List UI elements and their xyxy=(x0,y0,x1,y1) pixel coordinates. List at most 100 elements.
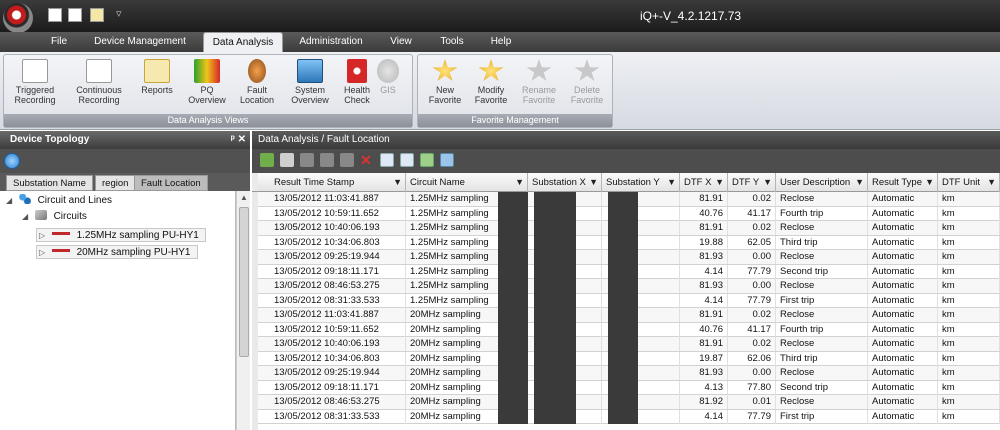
column-header-substation-x[interactable]: Substation X ▼ xyxy=(528,173,602,192)
cell-result-type: Automatic xyxy=(868,409,938,424)
expanded-arrow-icon[interactable]: ◢ xyxy=(22,210,32,224)
title-bar: ▿ iQ+-V_4.2.1217.73 xyxy=(0,0,1000,33)
app-logo-icon[interactable] xyxy=(3,3,33,33)
window-title: iQ+-V_4.2.1217.73 xyxy=(640,9,742,23)
ribbon-group-label: Favorite Management xyxy=(418,114,612,127)
menu-bar: File Device Management Data Analysis Adm… xyxy=(0,32,1000,52)
filter-icon[interactable]: ▼ xyxy=(667,173,676,192)
column-header-label: Substation Y xyxy=(606,177,660,188)
tree-scrollbar[interactable]: ▲ xyxy=(236,191,250,430)
column-header-result-type[interactable]: Result Type ▼ xyxy=(868,173,938,192)
filter-icon[interactable]: ▼ xyxy=(925,173,934,192)
menu-device-management[interactable]: Device Management xyxy=(92,32,188,52)
panel-title: Device Topology xyxy=(10,134,90,145)
menu-data-analysis[interactable]: Data Analysis xyxy=(203,32,283,52)
fault-location-button[interactable]: Fault Location xyxy=(228,59,286,115)
delete-favorite-button[interactable]: Delete Favorite xyxy=(558,59,616,115)
cell-dtf-unit: km xyxy=(938,279,1000,293)
qat-chart-icon[interactable] xyxy=(48,8,62,22)
copy-icon[interactable] xyxy=(300,153,314,167)
cell-dtf-y: 0.01 xyxy=(728,395,776,409)
column-header-timestamp[interactable]: Result Time Stamp ▼ xyxy=(270,173,406,192)
tab-substation-name[interactable]: Substation Name xyxy=(6,175,93,191)
cell-dtf-x: 81.93 xyxy=(680,366,728,380)
triggered-recording-icon xyxy=(22,59,48,83)
menu-help[interactable]: Help xyxy=(486,32,516,52)
qat-wave-icon[interactable] xyxy=(68,8,82,22)
cell-dtf-unit: km xyxy=(938,366,1000,380)
cell-user-description: Third trip xyxy=(776,235,868,250)
cell-dtf-unit: km xyxy=(938,264,1000,279)
cell-timestamp: 13/05/2012 09:25:19.944 xyxy=(270,250,406,264)
ribbon: Triggered Recording Continuous Recording… xyxy=(0,52,1000,130)
cell-result-type: Automatic xyxy=(868,293,938,308)
continuous-recording-button[interactable]: Continuous Recording xyxy=(70,59,128,115)
column-header-dtf-y[interactable]: DTF Y ▼ xyxy=(728,173,776,192)
window-icon[interactable] xyxy=(440,153,454,167)
filter-icon[interactable]: ▼ xyxy=(515,173,524,192)
column-header-user-description[interactable]: User Description ▼ xyxy=(776,173,868,192)
gis-button[interactable]: GIS xyxy=(366,59,410,115)
device-topology-header: Device Topology ᵖ ✕ xyxy=(0,131,250,149)
column-header-dtf-unit[interactable]: DTF Unit ▼ xyxy=(938,173,1000,192)
pin-close-icon[interactable]: ᵖ ✕ xyxy=(231,131,246,149)
tree-node-circuit[interactable]: ▷ 20MHz sampling PU-HY1 xyxy=(36,245,198,259)
health-check-icon xyxy=(347,59,367,83)
qat-customize-icon[interactable]: ▿ xyxy=(116,7,122,20)
scroll-up-icon[interactable]: ▲ xyxy=(239,193,249,203)
expanded-arrow-icon[interactable]: ◢ xyxy=(6,194,16,208)
cell-dtf-unit: km xyxy=(938,308,1000,322)
print-icon[interactable] xyxy=(400,153,414,167)
ribbon-group-favorite-management: New Favorite Modify Favorite Rename Favo… xyxy=(417,54,613,128)
cell-user-description: First trip xyxy=(776,293,868,308)
align-icon[interactable] xyxy=(340,153,354,167)
topology-tree: ◢ Circuit and Lines ◢ Circuits ▷ 1.25MHz… xyxy=(0,191,236,430)
triggered-recording-button[interactable]: Triggered Recording xyxy=(6,59,64,115)
print-preview-icon[interactable] xyxy=(380,153,394,167)
collapsed-arrow-icon[interactable]: ▷ xyxy=(39,229,49,243)
filter-icon[interactable]: ▼ xyxy=(393,173,402,192)
results-grid: 13/05/2012 11:03:41.887 1.25MHz sampling 8… xyxy=(258,192,1000,430)
tree-node-circuit-and-lines[interactable]: ◢ Circuit and Lines xyxy=(6,194,112,208)
filter-icon[interactable]: ▼ xyxy=(763,173,772,192)
cell-user-description: Second trip xyxy=(776,380,868,395)
cell-dtf-x: 81.91 xyxy=(680,337,728,351)
menu-administration[interactable]: Administration xyxy=(296,32,366,52)
tree-node-circuit[interactable]: ▷ 1.25MHz sampling PU-HY1 xyxy=(36,228,206,242)
qat-report-icon[interactable] xyxy=(90,8,104,22)
line-segment-icon xyxy=(51,249,70,252)
cell-result-type: Automatic xyxy=(868,221,938,235)
delete-icon[interactable]: ✕ xyxy=(360,153,374,167)
tree-node-circuits[interactable]: ◢ Circuits xyxy=(22,210,87,224)
menu-tools[interactable]: Tools xyxy=(435,32,469,52)
column-header-dtf-x[interactable]: DTF X ▼ xyxy=(680,173,728,192)
collapsed-arrow-icon[interactable]: ▷ xyxy=(39,246,49,260)
cell-dtf-unit: km xyxy=(938,322,1000,337)
column-header-substation-y[interactable]: Substation Y ▼ xyxy=(602,173,680,192)
columns-icon[interactable] xyxy=(280,153,294,167)
cell-dtf-x: 4.14 xyxy=(680,293,728,308)
menu-file[interactable]: File xyxy=(46,32,72,52)
filter-icon[interactable]: ▼ xyxy=(715,173,724,192)
cell-user-description: Reclose xyxy=(776,366,868,380)
export-excel-icon[interactable] xyxy=(260,153,274,167)
column-header-label: DTF Y xyxy=(732,177,760,188)
tab-fault-location[interactable]: Fault Location xyxy=(134,175,208,191)
filter-icon[interactable]: ▼ xyxy=(987,173,996,192)
cell-dtf-x: 40.76 xyxy=(680,206,728,221)
filter-icon[interactable]: ▼ xyxy=(855,173,864,192)
image-icon[interactable] xyxy=(420,153,434,167)
scroll-thumb[interactable] xyxy=(239,207,249,357)
cell-dtf-x: 81.91 xyxy=(680,221,728,235)
refresh-icon[interactable] xyxy=(4,153,20,169)
menu-view[interactable]: View xyxy=(385,32,417,52)
cell-result-type: Automatic xyxy=(868,380,938,395)
tab-region[interactable]: region xyxy=(95,175,136,191)
paste-icon[interactable] xyxy=(320,153,334,167)
column-header-label: User Description xyxy=(780,177,851,188)
column-header-circuit-name[interactable]: Circuit Name ▼ xyxy=(406,173,528,192)
filter-icon[interactable]: ▼ xyxy=(589,173,598,192)
cell-timestamp: 13/05/2012 08:31:33.533 xyxy=(270,409,406,424)
cell-user-description: Second trip xyxy=(776,264,868,279)
modify-favorite-icon xyxy=(478,59,504,81)
